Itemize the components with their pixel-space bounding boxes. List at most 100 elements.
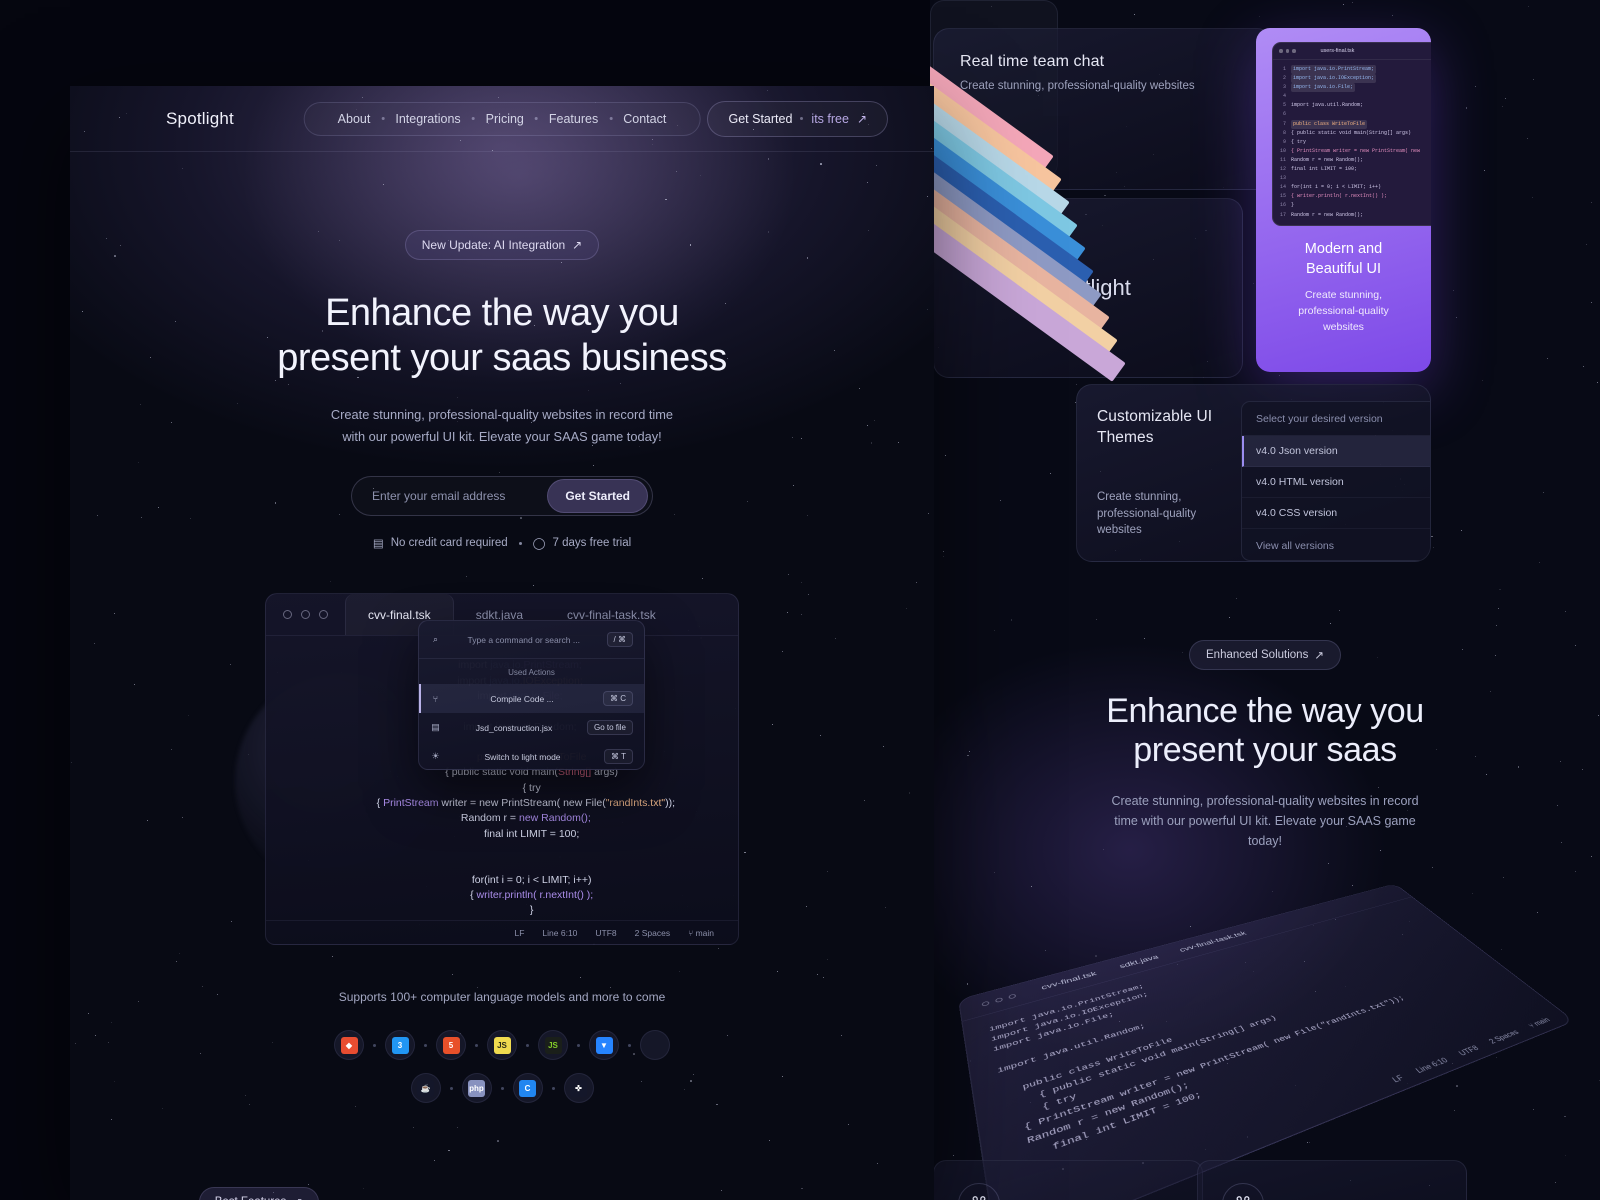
star xyxy=(1590,301,1592,303)
window-dot-yellow xyxy=(1285,49,1289,53)
mini-line-number: 15 xyxy=(1279,193,1286,200)
arrow-up-right-icon: ↗ xyxy=(572,238,583,252)
version-select-panel[interactable]: Select your desired version v4.0 Json ve… xyxy=(1241,401,1430,561)
version-select-header: Select your desired version xyxy=(1242,402,1430,436)
star xyxy=(1532,79,1534,80)
mini-editor-code: 1 import java.io.PrintStream; 2 import j… xyxy=(1273,60,1431,220)
css3-icon[interactable]: 3 xyxy=(385,1030,415,1061)
palette-row[interactable]: ⑂ Compile Code ... ⌘ C xyxy=(419,684,644,713)
command-palette-search[interactable]: ⌕ Type a command or search ... / ⌘ xyxy=(419,621,644,659)
enhanced-solutions-label: Enhanced Solutions xyxy=(1206,649,1309,661)
nav-link-features[interactable]: Features xyxy=(538,112,609,126)
version-option-json[interactable]: v4.0 Json version xyxy=(1242,436,1430,467)
mini-line-number: 5 xyxy=(1282,102,1286,109)
css3-icon-glyph: 3 xyxy=(391,1036,409,1054)
mini-code-line: 3 import java.io.File; xyxy=(1277,83,1431,93)
java-icon-glyph: ☕ xyxy=(417,1079,434,1097)
persp-status-item: 2 Spaces xyxy=(1487,1028,1521,1046)
status-item: Line 6:10 xyxy=(542,927,578,938)
window-dot-3 xyxy=(1008,993,1017,1000)
email-input[interactable] xyxy=(372,489,548,504)
editor-window-controls[interactable] xyxy=(266,594,345,635)
branch-icon: ⑂ xyxy=(432,693,439,704)
html5-icon[interactable]: 5 xyxy=(436,1030,466,1061)
best-features-badge[interactable]: Best Features ↗ xyxy=(198,1187,319,1200)
card-customizable-ui-themes[interactable]: Customizable UI Themes Create stunning, p… xyxy=(1076,384,1431,562)
feature-card-expert-guidance[interactable]: ⌘ Expert Guidance xyxy=(1197,1160,1467,1200)
feature-card-ai-integration[interactable]: ⌘ AI Integration xyxy=(933,1160,1203,1200)
palette-row[interactable]: ☀ Switch to light mode ⌘ T xyxy=(419,742,644,769)
star xyxy=(1329,623,1331,625)
palette-row-shortcut: ⌘ C xyxy=(603,691,633,706)
themes-card-title: Customizable UI Themes xyxy=(1097,408,1213,446)
csharp-icon[interactable]: C xyxy=(512,1073,543,1104)
star xyxy=(953,1154,954,1156)
javascript-icon-glyph: JS xyxy=(493,1036,511,1054)
bitbucket-icon[interactable]: ▼ xyxy=(589,1030,619,1061)
view-all-versions-link[interactable]: View all versions xyxy=(1242,529,1430,560)
window-dot-minimize[interactable] xyxy=(301,610,310,620)
star xyxy=(1474,85,1477,88)
nav-link-pricing[interactable]: Pricing xyxy=(475,112,535,126)
palette-row-shortcut: ⌘ T xyxy=(604,749,633,764)
persp-status-item: Line 6:10 xyxy=(1414,1056,1450,1075)
version-option-css[interactable]: v4.0 CSS version xyxy=(1242,498,1430,529)
nav-link-integrations[interactable]: Integrations xyxy=(384,112,471,126)
mini-editor-tab[interactable]: users-final.tsk xyxy=(1321,48,1355,54)
main-landing-page: Spotlight About Integrations Pricing Fea… xyxy=(70,86,934,1200)
status-item: LF xyxy=(514,927,525,938)
nodejs-icon[interactable]: JS xyxy=(538,1030,568,1061)
star xyxy=(1000,500,1002,502)
window-dot-maximize[interactable] xyxy=(319,610,328,620)
mini-code-text: for(int i = 0; i < LIMIT; i++) xyxy=(1291,184,1382,191)
perspective-window-dots xyxy=(981,993,1017,1007)
logo-separator xyxy=(577,1043,580,1047)
cta-label: Get Started xyxy=(728,111,793,126)
star xyxy=(943,550,945,552)
csharp-icon-glyph: C xyxy=(519,1079,536,1097)
code-line: } xyxy=(506,904,534,917)
webpack-icon[interactable]: ✜ xyxy=(563,1073,594,1104)
star xyxy=(1532,196,1534,198)
perspective-editor-code: import java.io.PrintStream; import java.i… xyxy=(962,897,1535,1196)
star xyxy=(1542,491,1544,493)
command-icon: ⌘ xyxy=(958,1183,1000,1200)
git-icon[interactable]: ◆ xyxy=(334,1030,364,1061)
get-started-button[interactable]: Get Started its free ↗ xyxy=(707,100,888,137)
card-modern-beautiful-ui[interactable]: users-final.tsk 1 import java.io.PrintSt… xyxy=(1256,28,1431,372)
cta-free-label: its free xyxy=(811,111,849,126)
star xyxy=(1454,1109,1455,1111)
mini-line-number: 4 xyxy=(1282,93,1286,100)
php-icon[interactable]: php xyxy=(461,1073,492,1104)
star xyxy=(1582,366,1584,367)
trust-label-2: 7 days free trial xyxy=(552,537,632,550)
mini-line-number: 16 xyxy=(1279,202,1286,209)
themes-card-text: Create stunning, professional-quality we… xyxy=(1097,490,1197,537)
javascript-icon[interactable]: JS xyxy=(487,1030,517,1061)
window-dot-close[interactable] xyxy=(283,610,292,620)
logo-separator xyxy=(424,1043,427,1047)
star xyxy=(1539,561,1541,563)
screenshot-root: ▣ Real time team chat Create stunning, p… xyxy=(0,0,1600,1200)
mini-line-number: 2 xyxy=(1282,75,1286,82)
command-palette[interactable]: ⌕ Type a command or search ... / ⌘ Used … xyxy=(418,620,645,770)
mini-line-number: 12 xyxy=(1279,166,1286,173)
placeholder-icon[interactable] xyxy=(640,1030,670,1061)
navbar: Spotlight About Integrations Pricing Fea… xyxy=(70,86,934,152)
nav-link-about[interactable]: About xyxy=(327,112,382,126)
brand-logo[interactable]: Spotlight xyxy=(166,109,234,129)
palette-row[interactable]: ▤ Jsd_construction.jsx Go to file xyxy=(419,713,644,742)
mini-code-line: 6 xyxy=(1277,110,1431,119)
command-palette-shortcut: / ⌘ xyxy=(606,632,633,647)
nav-link-contact[interactable]: Contact xyxy=(612,112,677,126)
code-line: for(int i = 0; i < LIMIT; i++) xyxy=(448,873,592,886)
java-icon[interactable]: ☕ xyxy=(410,1073,441,1104)
version-option-html[interactable]: v4.0 HTML version xyxy=(1242,467,1430,498)
mini-code-line: 15 { writer.println( r.nextInt() ); xyxy=(1277,192,1431,201)
hero-section: New Update: AI Integration ↗ Enhance the… xyxy=(70,152,934,1200)
logo-separator xyxy=(526,1043,529,1047)
email-get-started-button[interactable]: Get Started xyxy=(547,479,648,514)
enhanced-solutions-badge[interactable]: Enhanced Solutions ↗ xyxy=(1189,640,1341,670)
new-update-badge[interactable]: New Update: AI Integration ↗ xyxy=(404,230,600,260)
